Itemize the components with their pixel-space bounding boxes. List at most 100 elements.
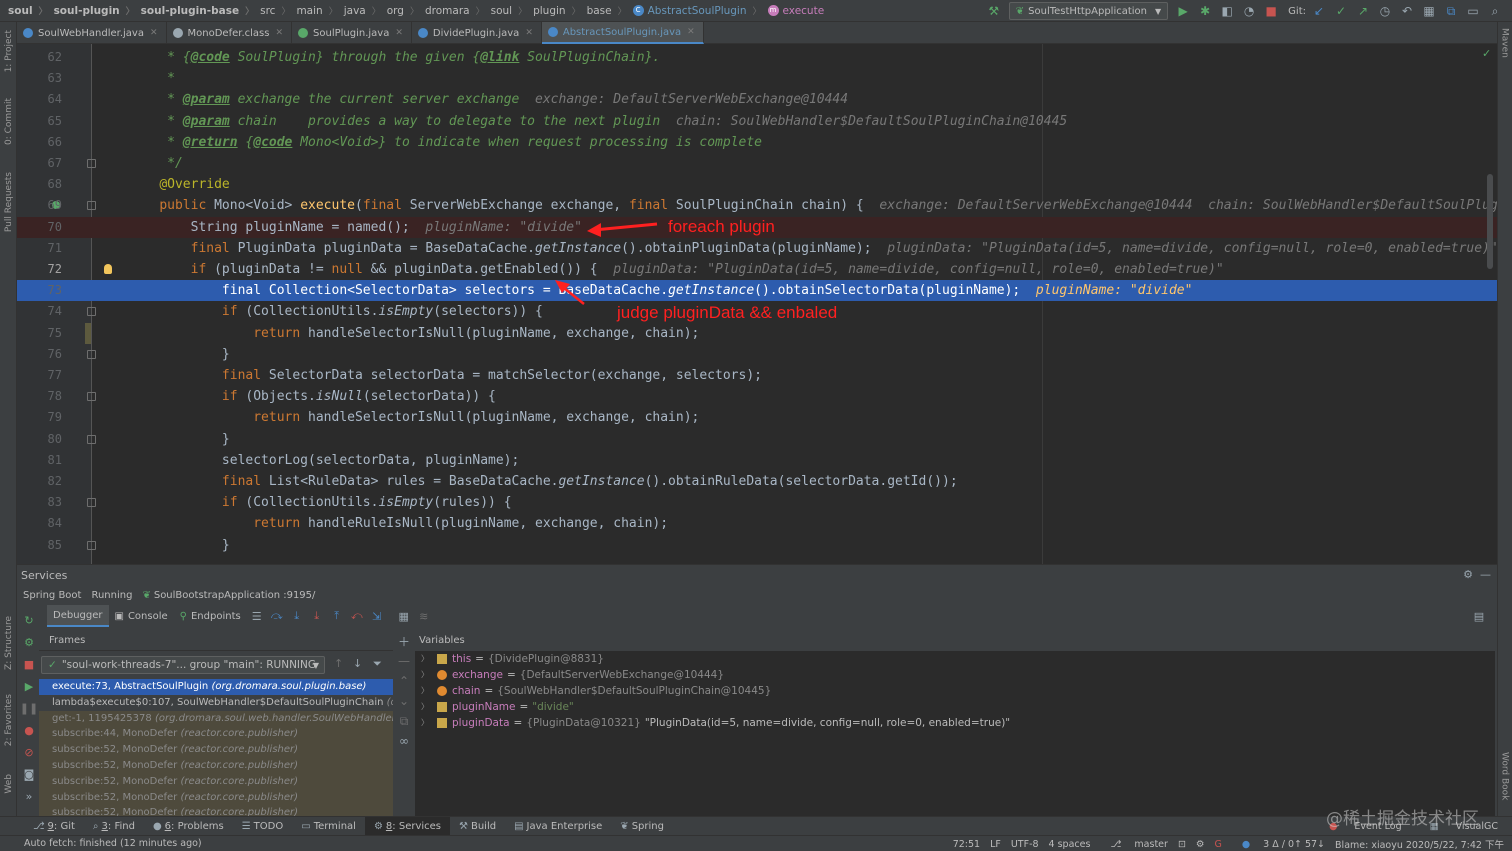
tool-window-button[interactable]: ❦ Spring (611, 817, 673, 836)
left-side-tab[interactable]: 0: Commit (0, 98, 17, 145)
tab-debugger[interactable]: Debugger (47, 605, 109, 627)
run-config-select[interactable]: ❦ SoulTestHttpApplication ▼ (1008, 2, 1169, 20)
breadcrumb-item[interactable]: soul-plugin 〉 (54, 0, 141, 22)
mute-breakpoints-icon[interactable]: ⊘ (20, 741, 38, 763)
breadcrumb-item[interactable]: src 〉 (260, 0, 296, 22)
left-side-tab[interactable]: 2: Favorites (0, 694, 17, 746)
close-icon[interactable]: ✕ (525, 28, 533, 38)
breadcrumb-item[interactable]: java 〉 (344, 0, 387, 22)
left-side-tab[interactable]: 1: Project (0, 30, 17, 72)
rerun-icon[interactable]: ↻ (20, 609, 38, 631)
minimize-icon[interactable]: — (1480, 568, 1491, 581)
variable-row[interactable]: 〉 pluginName = "divide" (415, 699, 1495, 715)
move-down-icon[interactable]: ⌄ (395, 691, 413, 711)
tool-window-button[interactable]: ⌕ 3: Find (84, 817, 144, 836)
step-over-icon[interactable]: ⤼ (270, 609, 284, 623)
trace-icon[interactable]: ≋ (417, 609, 431, 623)
build-hammer-icon[interactable]: ⚒ (986, 3, 1002, 19)
stack-frame[interactable]: lambda$execute$0:107, SoulWebHandler$Def… (39, 695, 393, 711)
line-separator[interactable]: LF (990, 839, 1001, 850)
close-icon[interactable]: ✕ (275, 28, 283, 38)
close-icon[interactable]: ✕ (150, 28, 158, 38)
tab-endpoints[interactable]: ⚲ Endpoints (174, 605, 247, 627)
drop-frame-icon[interactable]: ⤺ (350, 609, 364, 623)
copy-icon[interactable]: ⧉ (395, 711, 413, 731)
run-to-cursor-icon[interactable]: ⇲ (370, 609, 384, 623)
variable-row[interactable]: 〉 chain = {SoulWebHandler$DefaultSoulPlugin… (415, 683, 1495, 699)
restart-icon[interactable]: ⚙ (20, 631, 38, 653)
step-into-icon[interactable]: ⤓ (290, 609, 304, 623)
left-side-tab[interactable]: Web (0, 774, 17, 794)
remove-watch-icon[interactable]: — (395, 651, 413, 671)
git-update-icon[interactable]: ↙ (1311, 3, 1327, 19)
gear-icon[interactable]: ⚙ (1463, 568, 1473, 581)
history-icon[interactable]: ◷ (1377, 3, 1393, 19)
breadcrumb-item[interactable]: base 〉 (587, 0, 633, 22)
breadcrumb-item[interactable]: main 〉 (296, 0, 343, 22)
close-icon[interactable]: ✕ (395, 28, 403, 38)
code-editor[interactable]: 62 * {@code SoulPlugin} through the give… (17, 44, 1497, 564)
expand-arrow-icon[interactable]: 〉 (421, 699, 429, 715)
camera-icon[interactable]: ◙ (20, 763, 38, 785)
stack-frame[interactable]: execute:73, AbstractSoulPlugin (org.drom… (39, 679, 393, 695)
move-up-icon[interactable]: ⌃ (395, 671, 413, 691)
blame-info[interactable]: Blame: xiaoyu 2020/5/22, 7:42 下午 (1335, 837, 1504, 851)
expand-arrow-icon[interactable]: 〉 (421, 683, 429, 699)
tool-window-button[interactable]: ⚒ Build (450, 817, 505, 836)
breadcrumb-item[interactable]: org 〉 (387, 0, 425, 22)
resume-icon[interactable]: ▶ (20, 675, 38, 697)
breadcrumb-item[interactable]: soul 〉 (8, 0, 54, 22)
coverage-icon[interactable]: ◧ (1219, 3, 1235, 19)
profile-icon[interactable]: ◔ (1241, 3, 1257, 19)
expand-arrow-icon[interactable]: 〉 (421, 667, 429, 683)
rollback-icon[interactable]: ↶ (1399, 3, 1415, 19)
services-path-item[interactable]: Spring Boot (23, 590, 81, 601)
project-structure-icon[interactable]: ▦ (1421, 3, 1437, 19)
glasses-icon[interactable]: ∞ (395, 731, 413, 751)
right-side-tab[interactable]: Word Book (1497, 752, 1512, 800)
stack-frame[interactable]: subscribe:52, MonoDefer (reactor.core.pu… (39, 757, 393, 774)
stack-frame[interactable]: get:-1, 1195425378 (org.dromara.soul.web… (39, 710, 393, 727)
breadcrumb-item[interactable]: C AbstractSoulPlugin 〉 (632, 0, 768, 22)
run-icon[interactable]: ▶ (1175, 3, 1191, 19)
tab-console[interactable]: ▣ Console (109, 605, 174, 627)
tool-window-button[interactable]: ▤ Java Enterprise (505, 817, 611, 836)
search-icon[interactable]: ⌕ (1487, 3, 1503, 19)
threads-layout-icon[interactable]: ☰ (250, 609, 264, 623)
force-step-into-icon[interactable]: ⤓ (310, 609, 324, 623)
breadcrumb-item[interactable]: dromara 〉 (425, 0, 491, 22)
tool-window-button[interactable]: ⎇ 9: Git (24, 817, 84, 836)
stack-frame[interactable]: subscribe:52, MonoDefer (reactor.core.pu… (39, 789, 393, 806)
filter-icon[interactable]: ⏷ (373, 657, 382, 671)
git-status[interactable]: ● 3 Δ / 0↑ 57↓ (1232, 839, 1325, 850)
expand-arrow-icon[interactable]: 〉 (421, 651, 429, 667)
step-out-icon[interactable]: ⤒ (330, 609, 344, 623)
evaluate-expression-icon[interactable]: ▦ (397, 609, 411, 623)
services-path-item[interactable]: ❦ SoulBootstrapApplication :9195/ (142, 590, 315, 601)
stack-frame[interactable]: subscribe:52, MonoDefer (reactor.core.pu… (39, 773, 393, 790)
editor-tab[interactable]: MonoDefer.class ✕ (167, 22, 293, 44)
lightbulb-icon[interactable] (104, 264, 112, 274)
view-breakpoints-icon[interactable]: ● (20, 719, 38, 741)
tool-window-button[interactable]: ● 6: Problems (144, 817, 233, 836)
file-encoding[interactable]: UTF-8 (1011, 839, 1039, 850)
indent-setting[interactable]: 4 spaces (1049, 839, 1091, 850)
add-watch-icon[interactable]: ＋ (395, 631, 413, 651)
right-side-tab[interactable]: Maven (1497, 28, 1512, 58)
git-branch[interactable]: ⎇ master (1100, 839, 1168, 850)
status-message[interactable]: Auto fetch: finished (12 minutes ago) (24, 838, 202, 849)
breadcrumb-item[interactable]: m execute (767, 0, 824, 22)
window-icon[interactable]: ▭ (1465, 3, 1481, 19)
editor-tab[interactable]: SoulWebHandler.java ✕ (17, 22, 167, 44)
lock-icon[interactable]: ⊡ (1178, 839, 1186, 850)
stack-frame[interactable]: subscribe:52, MonoDefer (reactor.core.pu… (39, 742, 393, 758)
breadcrumb-item[interactable]: soul-plugin-base 〉 (141, 0, 260, 22)
translate-icon[interactable]: ⧉ (1443, 3, 1459, 19)
expand-arrow-icon[interactable]: 〉 (421, 715, 429, 731)
stop-debug-icon[interactable]: ■ (20, 653, 38, 675)
tool-window-button[interactable]: ⚙ 8: Services (364, 816, 451, 836)
breadcrumb-item[interactable]: soul 〉 (491, 0, 533, 22)
more-icon[interactable]: » (20, 785, 38, 807)
git-push-icon[interactable]: ↗ (1355, 3, 1371, 19)
editor-tab[interactable]: DividePlugin.java ✕ (412, 22, 542, 44)
